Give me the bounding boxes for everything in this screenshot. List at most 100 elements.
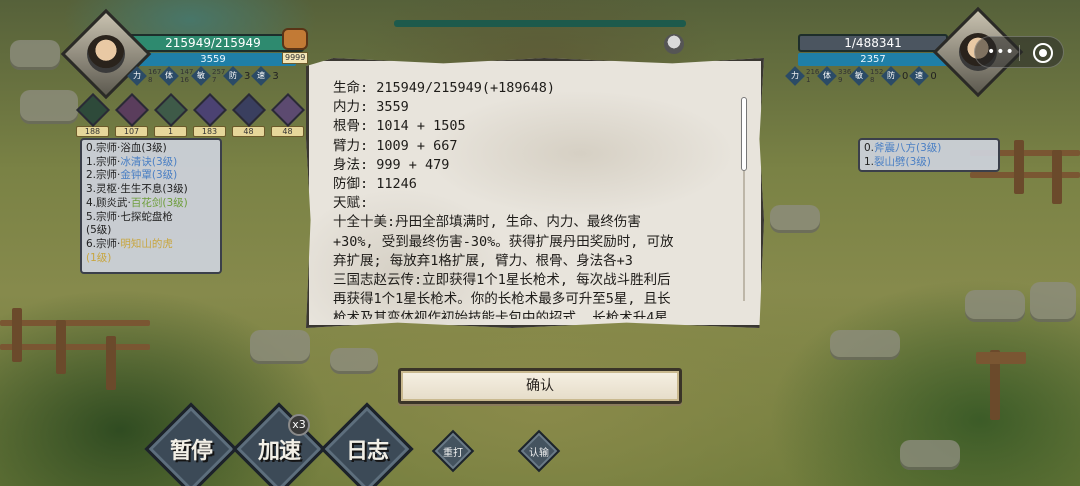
gold-amount: 9999 [282, 52, 309, 64]
agility-icon: 敏 [849, 66, 869, 86]
player-constitution-value: 147 [180, 68, 194, 76]
player-constitution-bonus: 16 [180, 76, 189, 84]
sword-skill-icon [75, 93, 110, 127]
player-skill-bar: 188 107 1 183 48 48 [75, 93, 305, 137]
player-agility-value: 257 [212, 68, 226, 76]
list-item: 6.宗师·明知山的虎 [86, 237, 173, 250]
character-info-text[interactable]: 生命: 215949/215949(+189648) 内力: 3559 根骨: … [333, 79, 733, 319]
enemy-hp-top-bar [394, 20, 686, 27]
enemy-defense-count: 0 [902, 70, 909, 82]
info-line: +30%, 受到最终伤害-30%。获得扩展丹田奖励时, 可放 [333, 233, 674, 250]
list-item: (5级) [86, 224, 112, 237]
log-label: 日志 [345, 438, 388, 464]
info-line: 根骨: 1014 + 1505 [333, 118, 466, 135]
player-avatar[interactable] [60, 8, 152, 100]
skill-slot[interactable]: 107 [114, 93, 149, 137]
close-miniprogram-icon[interactable] [1033, 43, 1053, 63]
info-line: 枪术及其变体视作初始技能卡包中的招式, 长枪术升4星 [333, 310, 668, 319]
speed-icon: 速 [909, 66, 930, 86]
stone [830, 330, 900, 360]
enemy-skill-list: 0.斧震八方(3级) 1.裂山劈(3级) [858, 138, 1000, 172]
gold-pouch-icon [282, 28, 308, 50]
stone [250, 330, 310, 364]
player-strength-bonus: 8 [148, 76, 153, 84]
character-info-dialog: 生命: 215949/215949(+189648) 内力: 3559 根骨: … [306, 58, 764, 328]
stone [1030, 282, 1076, 322]
miniprogram-capsule: ••• [974, 36, 1064, 68]
replay-label: 重打 [443, 447, 463, 459]
enemy-hp-bar: 1/488341 [798, 34, 948, 52]
enemy-stats: 力 216 1 体 336 9 敏 152 8 防 0 速 0 [785, 66, 937, 86]
skill-slot[interactable]: 183 [192, 93, 227, 137]
enemy-speed-count: 0 [930, 70, 937, 82]
fence-post [106, 336, 116, 390]
enemy-agility-value: 152 [870, 68, 884, 76]
stone [965, 290, 1025, 322]
stone [770, 205, 820, 233]
enemy-constitution-bonus: 9 [838, 76, 843, 84]
skill-level: 48 [232, 126, 265, 137]
confirm-button[interactable]: 确认 [398, 368, 682, 404]
constitution-icon: 体 [817, 66, 837, 86]
enemy-head-icon [664, 34, 684, 54]
skill-level: 188 [76, 126, 109, 137]
player-defense-count: 3 [244, 70, 251, 82]
skill-slot[interactable]: 48 [270, 93, 305, 137]
player-strength-value: 167 [148, 68, 162, 76]
speed-multiplier-badge: x3 [288, 414, 310, 436]
info-line: 臂力: 1009 + 667 [333, 137, 458, 154]
speed-icon: 速 [251, 66, 272, 86]
enemy-mp-bar: 2357 [798, 53, 948, 66]
claw-skill-icon [114, 93, 149, 127]
fence-post [12, 308, 22, 362]
player-status-card: 215949/215949 3559 9999 力 167 8 体 147 16 敏… [60, 8, 318, 100]
skill-level: 183 [193, 126, 226, 137]
skill-slot[interactable]: 48 [231, 93, 266, 137]
info-line: 天赋: [333, 195, 369, 212]
scroll-track [743, 171, 745, 301]
player-skill-list: 0.宗师·浴血(3级) 1.宗师·冰清诀(3级) 2.宗师·金钟罩(3级) 3.… [80, 138, 222, 274]
list-item: 0.宗师·浴血(3级) [86, 142, 167, 154]
skill-slot[interactable]: 1 [153, 93, 188, 137]
list-item: 5.宗师·七探蛇盘枪 [86, 210, 173, 223]
enemy-constitution-value: 336 [838, 68, 852, 76]
more-menu-icon[interactable]: ••• [987, 45, 1015, 59]
info-line: 三国志赵云传:立即获得1个1星长枪术, 每次战斗胜利后 [333, 272, 671, 289]
enemy-strength-bonus: 1 [806, 76, 811, 84]
list-item: (1级) [86, 251, 112, 264]
stone [330, 348, 378, 374]
skill-slot[interactable]: 188 [75, 93, 110, 137]
strength-icon: 力 [127, 66, 147, 86]
info-line: 内力: 3559 [333, 99, 409, 116]
list-item: 1.裂山劈(3级) [864, 155, 931, 168]
pause-label: 暂停 [169, 438, 212, 464]
fist-skill-icon [192, 93, 227, 127]
skill-level: 1 [154, 126, 187, 137]
info-line: 生命: 215949/215949(+189648) [333, 80, 556, 96]
list-item: 3.灵枢·生生不息(3级) [86, 183, 188, 196]
player-stats: 力 167 8 体 147 16 敏 257 7 防 3 速 3 [127, 66, 279, 86]
info-line: 弃扩展; 每放弃1格扩展, 臂力、根骨、身法各+3 [333, 252, 633, 269]
enemy-agility-bonus: 8 [870, 76, 875, 84]
signpost-board [976, 352, 1026, 364]
fence-rail [970, 172, 1080, 178]
enemy-strength-value: 216 [806, 68, 820, 76]
capsule-divider [1019, 45, 1020, 61]
shield-skill-icon [153, 93, 188, 127]
player-mp-bar: 3559 [130, 53, 296, 66]
stone [20, 90, 78, 124]
constitution-icon: 体 [159, 66, 179, 86]
scrollbar-thumb[interactable] [741, 97, 747, 171]
skill-level: 48 [271, 126, 304, 137]
info-line: 防御: 11246 [333, 176, 417, 193]
stone [900, 440, 960, 470]
kick-skill-icon [231, 93, 266, 127]
stone [10, 40, 60, 70]
list-item: 0.斧震八方(3级) [864, 142, 942, 154]
defense-icon: 防 [223, 66, 243, 86]
info-line: 十全十美:丹田全部填满时, 生命、内力、最终伤害 [333, 214, 641, 231]
skill-level: 107 [115, 126, 148, 137]
fence-rail [0, 320, 150, 326]
strength-icon: 力 [785, 66, 805, 86]
agility-icon: 敏 [191, 66, 211, 86]
